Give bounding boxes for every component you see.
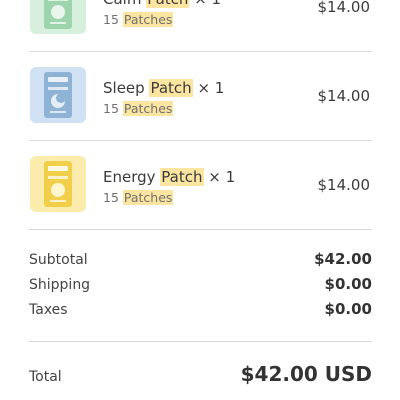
line-item-title: Energy Patch × 1 [103, 168, 235, 186]
total-value: $42.00 USD [240, 362, 372, 386]
cost-breakdown: Subtotal $42.00 Shipping $0.00 Taxes $0.… [29, 250, 372, 325]
product-quantity: × 1 [197, 79, 225, 97]
line-item-price: $14.00 [317, 87, 371, 105]
sleep-patch-pack-icon [30, 67, 86, 123]
product-name: Energy [103, 168, 156, 186]
line-item-title: Sleep Patch × 1 [103, 79, 224, 97]
line-item-calm: Calm Patch × 1 15 Patches $14.00 [29, 0, 372, 52]
line-item-sleep: Sleep Patch × 1 15 Patches $14.00 [29, 52, 372, 141]
taxes-value: $0.00 [324, 300, 372, 318]
grand-total-row: Total $42.00 USD [29, 362, 372, 392]
shipping-label: Shipping [29, 277, 91, 293]
line-item-info: Calm Patch × 1 15 Patches [103, 0, 221, 28]
line-item-info: Sleep Patch × 1 15 Patches [103, 79, 224, 117]
search-highlight: Patch [160, 168, 204, 186]
search-highlight: Patch [146, 0, 190, 8]
subtotal-label: Subtotal [29, 252, 88, 268]
search-highlight: Patches [122, 101, 174, 116]
patch-count: 15 [103, 190, 119, 205]
subtotal-value: $42.00 [314, 250, 372, 268]
patch-count: 15 [103, 101, 119, 116]
order-summary-page: Calm Patch × 1 15 Patches $14.00 [0, 0, 400, 400]
line-item-variant: 15 Patches [103, 12, 221, 28]
patch-count: 15 [103, 12, 119, 27]
order-line-items: Calm Patch × 1 15 Patches $14.00 [29, 0, 372, 230]
search-highlight: Patches [122, 190, 174, 205]
subtotal-row: Subtotal $42.00 [29, 250, 372, 275]
line-item-price: $14.00 [317, 176, 371, 194]
taxes-row: Taxes $0.00 [29, 300, 372, 325]
line-item-title: Calm Patch × 1 [103, 0, 221, 8]
line-item-energy: Energy Patch × 1 15 Patches $14.00 [29, 141, 372, 230]
product-name: Sleep [103, 79, 145, 97]
line-item-price: $14.00 [317, 0, 371, 16]
shipping-row: Shipping $0.00 [29, 275, 372, 300]
product-name: Calm [103, 0, 141, 8]
line-item-info: Energy Patch × 1 15 Patches [103, 168, 235, 206]
line-item-variant: 15 Patches [103, 101, 224, 117]
line-item-variant: 15 Patches [103, 190, 235, 206]
calm-patch-pack-icon [30, 0, 86, 34]
total-label: Total [29, 369, 62, 385]
search-highlight: Patches [122, 12, 174, 27]
totals-divider [29, 341, 372, 342]
shipping-value: $0.00 [324, 275, 372, 293]
search-highlight: Patch [149, 79, 193, 97]
product-quantity: × 1 [194, 0, 221, 8]
product-quantity: × 1 [208, 168, 236, 186]
taxes-label: Taxes [29, 302, 68, 318]
energy-patch-pack-icon [30, 156, 86, 212]
